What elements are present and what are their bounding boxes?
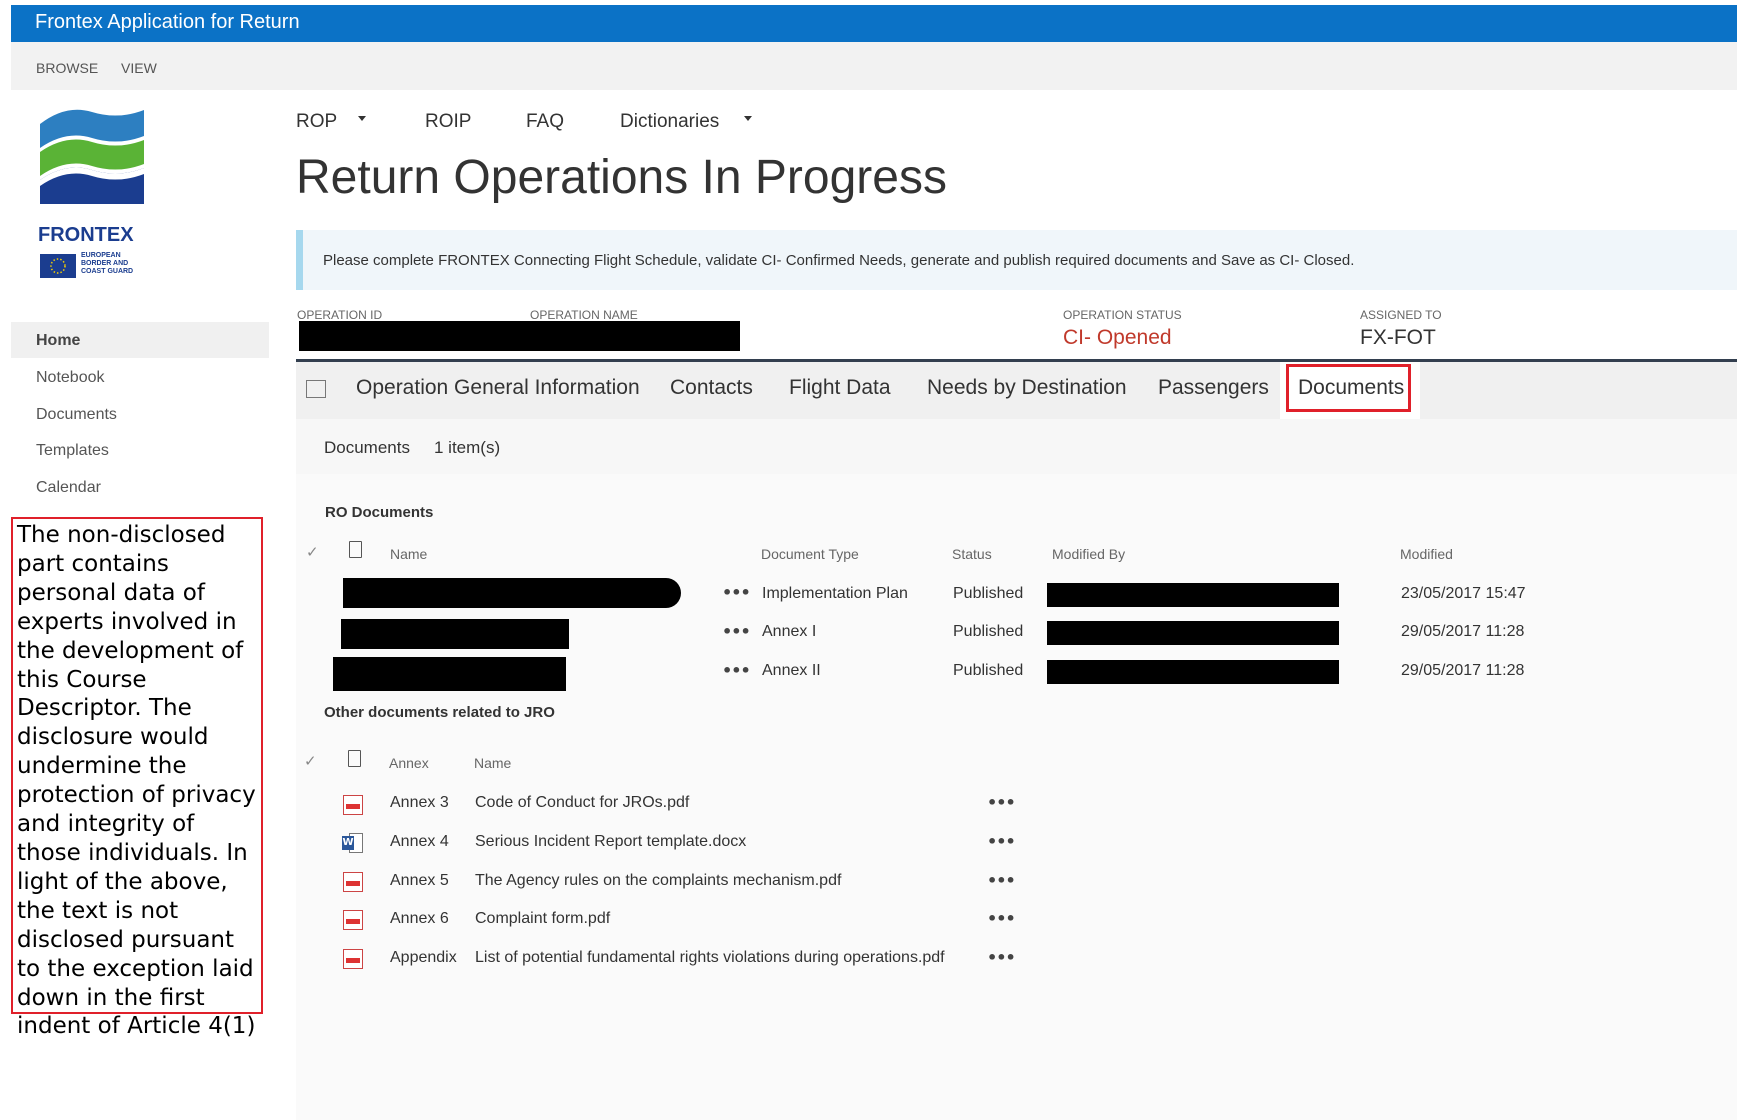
row-document-type: Annex II <box>762 662 821 679</box>
operation-name-label: OPERATION NAME <box>530 308 638 322</box>
page-title: Return Operations In Progress <box>296 151 947 204</box>
row-modified: 29/05/2017 11:28 <box>1401 623 1525 640</box>
row-document-link[interactable]: Serious Incident Report template.docx <box>475 833 746 851</box>
operation-id-label: OPERATION ID <box>297 308 383 322</box>
more-options-icon[interactable]: ••• <box>987 871 1016 890</box>
select-all-check-icon[interactable]: ✓ <box>304 752 317 770</box>
operation-status-value: CI- Opened <box>1063 326 1172 349</box>
row-modified: 23/05/2017 15:47 <box>1401 585 1526 602</box>
row-annex: Annex 6 <box>390 910 449 927</box>
rop-dropdown-icon[interactable] <box>358 116 366 121</box>
status-notice: Please complete FRONTEX Connecting Fligh… <box>296 230 1737 290</box>
select-all-check-icon[interactable]: ✓ <box>306 543 319 561</box>
operation-status-label: OPERATION STATUS <box>1063 308 1182 322</box>
row-document-type: Annex I <box>762 623 817 640</box>
file-type-icon <box>349 541 362 558</box>
more-options-icon[interactable]: ••• <box>722 661 751 680</box>
logo-brand: FRONTEX <box>38 224 134 246</box>
pdf-icon <box>343 910 363 930</box>
tab-flight-data[interactable]: Flight Data <box>789 376 891 400</box>
row-document-link[interactable]: Complaint form.pdf <box>475 910 610 928</box>
more-options-icon[interactable]: ••• <box>987 793 1016 812</box>
more-options-icon[interactable]: ••• <box>987 948 1016 967</box>
assigned-to-value: FX-FOT <box>1360 326 1436 349</box>
disclaimer-text: The non-disclosed part contains personal… <box>17 522 256 1040</box>
redacted-operation-id-name <box>299 321 740 351</box>
pdf-icon <box>343 872 363 892</box>
row-document-link[interactable]: The Agency rules on the complaints mecha… <box>475 872 841 890</box>
frontex-logo[interactable]: FRONTEX EUROPEAN BORDER AND COAST GUARD <box>36 104 148 284</box>
row-status: Published <box>953 585 1024 602</box>
sidebar-item-home[interactable]: Home <box>36 332 80 350</box>
pdf-icon <box>343 795 363 815</box>
sidebar-item-templates[interactable]: Templates <box>36 442 109 460</box>
col-document-type[interactable]: Document Type <box>761 546 859 562</box>
pdf-icon <box>343 949 363 969</box>
row-annex: Annex 3 <box>390 794 449 811</box>
nav-dictionaries[interactable]: Dictionaries <box>620 111 719 133</box>
app-bar: Frontex Application for Return <box>11 5 1737 42</box>
more-options-icon[interactable]: ••• <box>722 622 751 641</box>
row-annex: Annex 5 <box>390 872 449 889</box>
sidebar-item-calendar[interactable]: Calendar <box>36 479 101 497</box>
file-type-icon <box>348 750 361 767</box>
documents-bar: Documents 1 item(s) <box>296 419 1737 474</box>
row-document-link[interactable]: Code of Conduct for JROs.pdf <box>475 794 689 812</box>
focus-mode-icon[interactable] <box>306 380 326 398</box>
redacted-modified-by <box>1047 621 1339 645</box>
documents-tab-highlight <box>1286 364 1411 412</box>
ribbon-browse-tab[interactable]: BROWSE <box>36 60 98 76</box>
more-options-icon[interactable]: ••• <box>722 583 751 602</box>
tab-contacts[interactable]: Contacts <box>670 376 753 400</box>
tab-needs-by-destination[interactable]: Needs by Destination <box>927 376 1127 400</box>
row-status: Published <box>953 623 1024 640</box>
other-documents-heading: Other documents related to JRO <box>324 704 555 721</box>
tab-passengers[interactable]: Passengers <box>1158 376 1269 400</box>
ribbon: BROWSE VIEW <box>11 42 1737 90</box>
row-annex: Appendix <box>390 949 457 966</box>
redacted-document-name <box>341 619 569 649</box>
dictionaries-dropdown-icon[interactable] <box>744 116 752 121</box>
row-status: Published <box>953 662 1024 679</box>
col-name[interactable]: Name <box>474 755 511 771</box>
sidebar-item-notebook[interactable]: Notebook <box>36 369 105 387</box>
logo-tagline: EUROPEAN BORDER AND COAST GUARD <box>81 252 134 275</box>
nav-rop[interactable]: ROP <box>296 111 337 133</box>
redacted-modified-by <box>1047 660 1339 684</box>
nav-roip[interactable]: ROIP <box>425 111 471 133</box>
redaction-disclaimer: The non-disclosed part contains personal… <box>11 517 263 1039</box>
more-options-icon[interactable]: ••• <box>987 909 1016 928</box>
redacted-document-name <box>333 657 566 691</box>
nav-faq[interactable]: FAQ <box>526 111 564 133</box>
redacted-modified-by <box>1047 583 1339 607</box>
documents-bar-label: Documents <box>324 438 410 457</box>
documents-count: 1 item(s) <box>434 438 501 457</box>
row-document-type: Implementation Plan <box>762 585 908 602</box>
tab-operation-general-information[interactable]: Operation General Information <box>356 376 640 400</box>
col-status[interactable]: Status <box>952 546 992 562</box>
word-icon: W <box>342 833 364 853</box>
col-annex[interactable]: Annex <box>389 755 429 771</box>
row-annex: Annex 4 <box>390 833 449 850</box>
row-document-link[interactable]: List of potential fundamental rights vio… <box>475 949 945 967</box>
col-name[interactable]: Name <box>390 546 427 562</box>
ribbon-view-tab[interactable]: VIEW <box>121 60 157 76</box>
row-modified: 29/05/2017 11:28 <box>1401 662 1525 679</box>
ro-documents-heading: RO Documents <box>325 504 434 521</box>
col-modified-by[interactable]: Modified By <box>1052 546 1125 562</box>
notice-text: Please complete FRONTEX Connecting Fligh… <box>323 252 1355 269</box>
sidebar-item-documents[interactable]: Documents <box>36 406 117 424</box>
app-title[interactable]: Frontex Application for Return <box>35 11 300 34</box>
col-modified[interactable]: Modified <box>1400 546 1453 562</box>
redacted-document-name <box>343 578 681 608</box>
assigned-to-label: ASSIGNED TO <box>1360 308 1442 322</box>
more-options-icon[interactable]: ••• <box>987 832 1016 851</box>
